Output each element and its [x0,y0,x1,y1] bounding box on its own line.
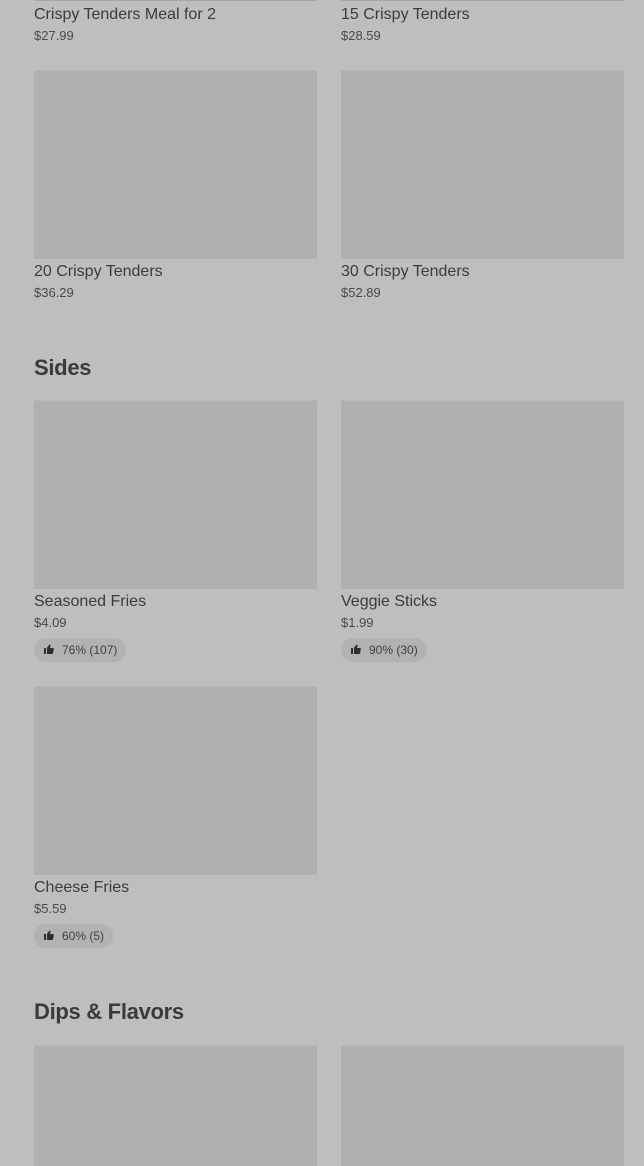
rating-badge: 76% (107) [34,638,127,662]
menu-item-30-crispy-tenders[interactable]: 30 Crispy Tenders $52.89 [341,70,624,301]
thumbs-up-icon [350,643,362,658]
menu-item-20-crispy-tenders[interactable]: 20 Crispy Tenders $36.29 [34,70,317,301]
item-title: 20 Crispy Tenders [34,263,163,280]
image-placeholder-edge [341,0,624,1]
rating-badge: 90% (30) [341,638,427,662]
rating-text: 60% (5) [62,929,105,943]
menu-item-dip-2[interactable] [341,1045,624,1166]
item-title: Seasoned Fries [34,593,147,610]
item-price: $4.09 [34,615,67,630]
image-placeholder-edge [34,0,317,1]
item-price: $1.99 [341,615,374,630]
section-heading-dips-and-flavors: Dips & Flavors [34,999,184,1024]
item-image [34,1045,317,1166]
item-image [341,400,624,589]
rating-text: 76% (107) [62,643,118,657]
menu-item-cheese-fries[interactable]: Cheese Fries $5.59 60% (5) [34,686,317,948]
item-image [34,686,317,875]
item-title: 30 Crispy Tenders [341,263,470,280]
item-title: Cheese Fries [34,879,130,896]
rating-badge: 60% (5) [34,924,114,948]
menu-item-seasoned-fries[interactable]: Seasoned Fries $4.09 76% (107) [34,400,317,662]
item-price: $5.59 [34,901,67,916]
item-image [34,70,317,259]
item-image [341,1045,624,1166]
item-price: $27.99 [34,28,74,43]
menu-item-veggie-sticks[interactable]: Veggie Sticks $1.99 90% (30) [341,400,624,662]
item-price: $52.89 [341,285,381,300]
item-title: Crispy Tenders Meal for 2 [34,6,216,23]
menu-item-15-crispy-tenders[interactable]: 15 Crispy Tenders $28.59 [341,2,624,44]
item-price: $36.29 [34,285,74,300]
menu-item-crispy-tenders-meal-for-2[interactable]: Crispy Tenders Meal for 2 $27.99 [34,2,317,44]
thumbs-up-icon [43,643,55,658]
rating-text: 90% (30) [369,643,418,657]
item-price: $28.59 [341,28,381,43]
menu-item-dip-1[interactable] [34,1045,317,1166]
item-image [34,400,317,589]
thumbs-up-icon [43,929,55,944]
item-title: Veggie Sticks [341,593,438,610]
item-image [341,70,624,259]
section-heading-sides: Sides [34,355,92,380]
item-title: 15 Crispy Tenders [341,6,470,23]
